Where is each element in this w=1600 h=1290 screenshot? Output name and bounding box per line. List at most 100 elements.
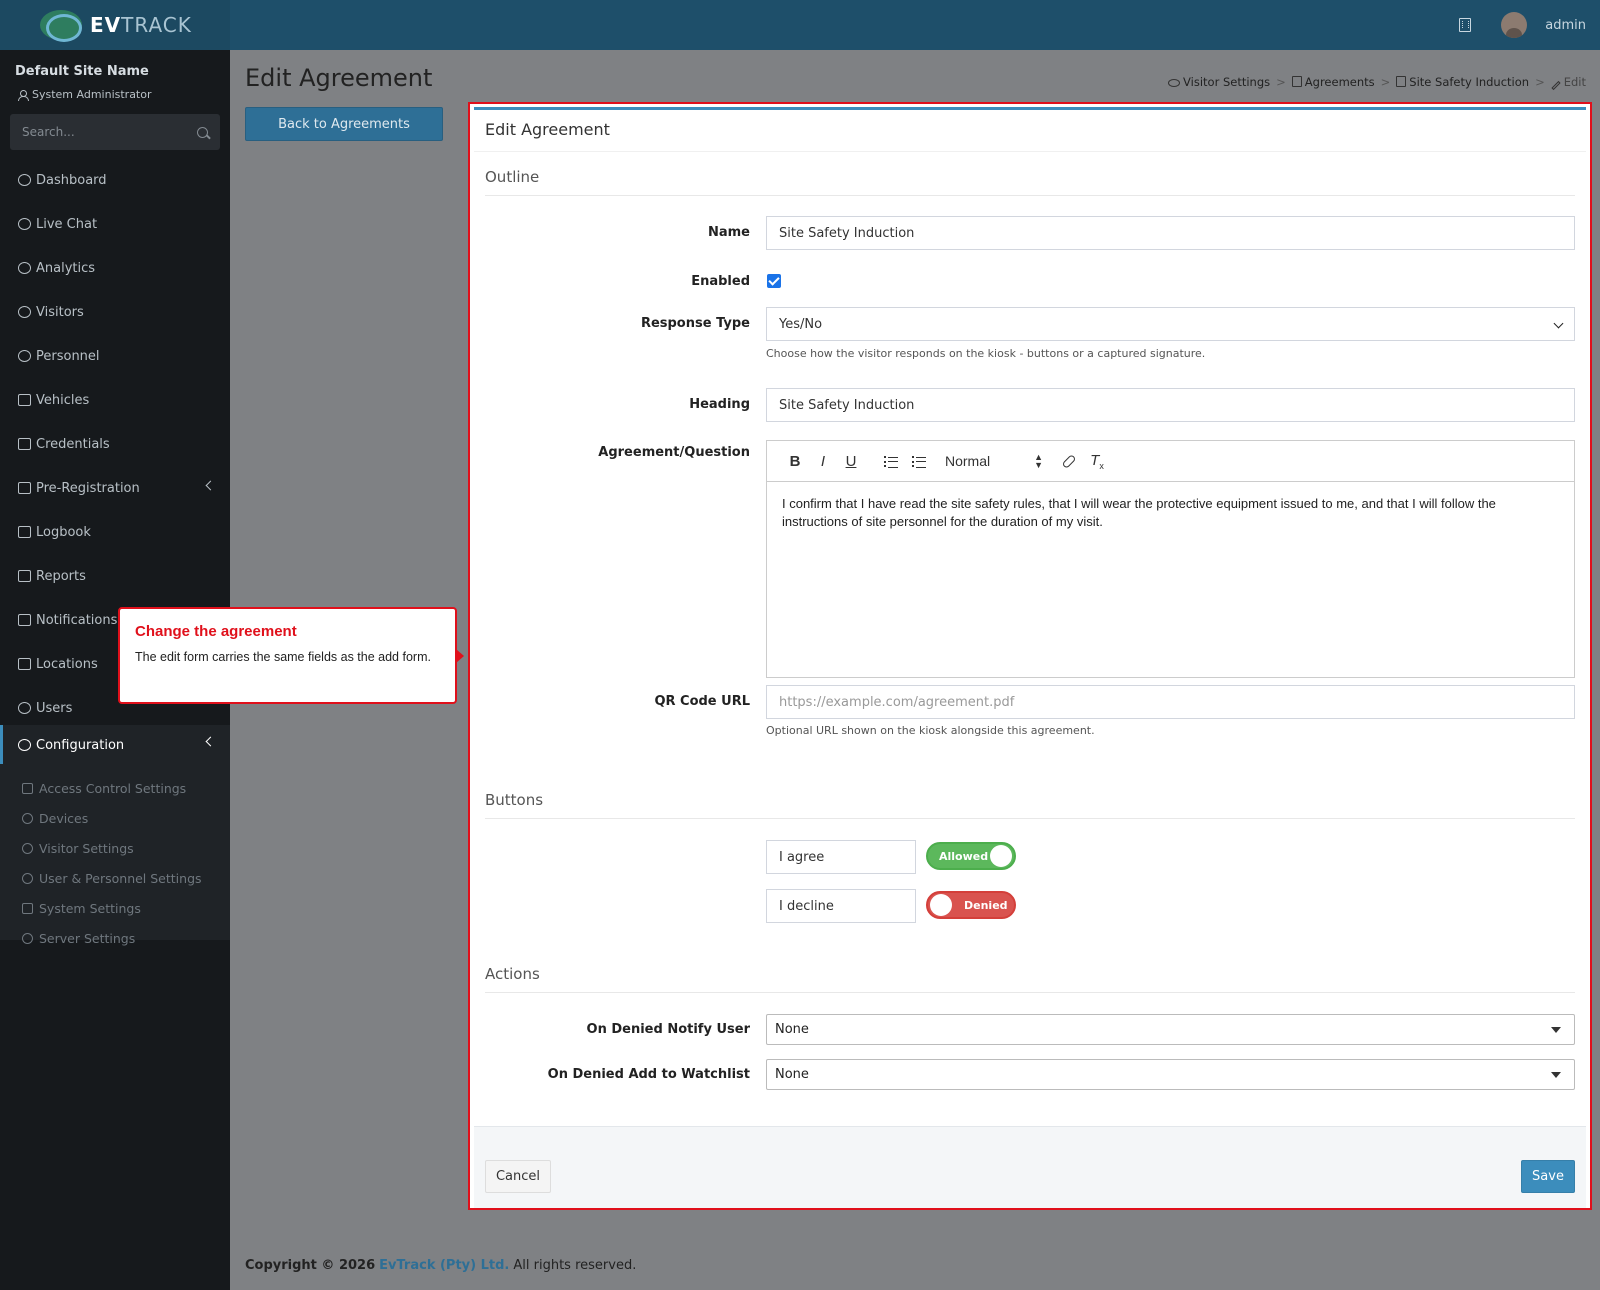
target-icon: [18, 262, 31, 274]
callout-arrow: [456, 649, 464, 663]
decline-denied-toggle[interactable]: Denied: [926, 891, 1016, 919]
breadcrumb-item[interactable]: Site Safety Induction: [1396, 75, 1529, 89]
user-menu-label[interactable]: admin: [1545, 18, 1586, 33]
breadcrumb-item[interactable]: Visitor Settings: [1168, 75, 1270, 89]
sidebar-subitem-user-personnel[interactable]: User & Personnel Settings: [22, 865, 202, 891]
sidebar-item-label: Visitors: [36, 304, 84, 320]
edit-agreement-card: Edit Agreement Outline Name Site Safety …: [468, 102, 1592, 1210]
ordered-list-button[interactable]: [877, 455, 905, 468]
sidebar-item-label: Vehicles: [36, 392, 90, 408]
caret-down-icon: [1551, 1027, 1561, 1033]
card-footer: [474, 1126, 1586, 1208]
avatar[interactable]: [1501, 12, 1528, 38]
rights-text: All rights reserved.: [513, 1257, 637, 1273]
tutorial-callout: Change the agreement The edit form carri…: [118, 607, 464, 704]
name-input[interactable]: Site Safety Induction: [766, 216, 1575, 250]
response-type-select[interactable]: Yes/No: [766, 307, 1575, 341]
bullet-list-icon: [912, 455, 926, 468]
user-icon: [22, 872, 33, 884]
bullet-list-button[interactable]: [905, 455, 933, 468]
sidebar-subitem-server[interactable]: Server Settings: [22, 925, 135, 951]
sidebar-item-pre-registration[interactable]: Pre-Registration: [0, 469, 230, 507]
sidebar-item-configuration[interactable]: Configuration: [0, 725, 230, 765]
sidebar-item-reports[interactable]: Reports: [0, 557, 230, 595]
file-icon: [1291, 76, 1302, 87]
enabled-label: Enabled: [691, 274, 750, 289]
bold-button[interactable]: B: [781, 453, 809, 470]
sidebar-item-credentials[interactable]: Credentials: [0, 425, 230, 463]
brand-name: EVTRACK: [90, 13, 192, 37]
top-right-menu: admin: [1459, 0, 1586, 50]
search-placeholder: Search...: [22, 125, 75, 139]
updown-caret-icon: ▲ ▼: [1034, 452, 1043, 470]
users-icon: [18, 702, 31, 714]
clear-format-button[interactable]: Tx: [1083, 452, 1111, 471]
breadcrumb-separator: >: [1276, 75, 1286, 89]
sidebar-subitem-devices[interactable]: Devices: [22, 805, 88, 831]
response-type-help: Choose how the visitor responds on the k…: [766, 347, 1206, 360]
breadcrumb-item[interactable]: Agreements: [1291, 75, 1375, 89]
gauge-icon: [18, 174, 31, 186]
sidebar-item-dashboard[interactable]: Dashboard: [0, 161, 230, 199]
divider: [485, 818, 1575, 819]
top-navbar: EVTRACK admin: [0, 0, 1600, 50]
sidebar-item-label: Credentials: [36, 436, 110, 452]
sidebar-item-label: Pre-Registration: [36, 480, 140, 496]
agree-allowed-toggle[interactable]: Allowed: [926, 842, 1016, 870]
subitem-label: User & Personnel Settings: [39, 870, 202, 886]
sidebar-item-logbook[interactable]: Logbook: [0, 513, 230, 551]
text-format-select[interactable]: Normal ▲ ▼: [945, 452, 1055, 470]
sidebar-subitem-system[interactable]: System Settings: [22, 895, 141, 921]
search-icon[interactable]: [197, 126, 208, 138]
cancel-button[interactable]: Cancel: [485, 1160, 551, 1193]
response-type-label: Response Type: [640, 316, 750, 331]
toggle-label: Denied: [964, 898, 1008, 912]
sidebar-item-label: Logbook: [36, 524, 91, 540]
agree-button-label-input[interactable]: I agree: [766, 840, 916, 874]
sidebar-item-label: Notifications: [36, 612, 118, 628]
sidebar-item-personnel[interactable]: Personnel: [0, 337, 230, 375]
divider: [474, 151, 1586, 152]
toggle-label: Allowed: [939, 849, 989, 863]
watchlist-select[interactable]: None: [766, 1059, 1575, 1090]
sidebar-item-visitors[interactable]: Visitors: [0, 293, 230, 331]
sidebar-item-label: Dashboard: [36, 172, 107, 188]
page-footer: Copyright © 2026 EvTrack (Pty) Ltd. All …: [230, 1240, 1600, 1290]
notify-user-value: None: [775, 1022, 809, 1037]
sidebar-item-live-chat[interactable]: Live Chat: [0, 205, 230, 243]
qr-url-input[interactable]: https://example.com/agreement.pdf: [766, 685, 1575, 719]
chat-icon: [18, 614, 31, 626]
heading-input[interactable]: Site Safety Induction: [766, 388, 1575, 422]
section-buttons-title: Buttons: [485, 791, 544, 809]
pencil-icon: [1551, 80, 1561, 91]
breadcrumb-label: Site Safety Induction: [1409, 75, 1530, 89]
sidebar-item-vehicles[interactable]: Vehicles: [0, 381, 230, 419]
sidebar-search-input[interactable]: Search...: [10, 114, 220, 150]
link-icon: [1061, 453, 1077, 469]
sidebar-subitem-access-control[interactable]: Access Control Settings: [22, 775, 186, 801]
decline-button-label-input[interactable]: I decline: [766, 889, 916, 923]
agreement-editor[interactable]: I confirm that I have read the site safe…: [766, 481, 1575, 678]
underline-button[interactable]: U: [837, 453, 865, 470]
italic-button[interactable]: I: [809, 453, 837, 470]
sidebar-subitem-visitor-settings[interactable]: Visitor Settings: [22, 835, 134, 861]
back-to-agreements-button[interactable]: Back to Agreements: [245, 107, 443, 141]
eye-icon: [18, 306, 31, 318]
sidebar-item-label: Live Chat: [36, 216, 98, 232]
subitem-label: Visitor Settings: [39, 840, 134, 856]
lock-icon: [22, 782, 33, 794]
user-icon: [18, 350, 31, 362]
sidebar-item-analytics[interactable]: Analytics: [0, 249, 230, 287]
building-icon[interactable]: [1459, 18, 1472, 32]
enabled-checkbox[interactable]: [767, 274, 781, 288]
notify-user-select[interactable]: None: [766, 1014, 1575, 1045]
headset-icon: [18, 218, 31, 230]
name-label: Name: [707, 225, 750, 240]
company-link[interactable]: EvTrack (Pty) Ltd.: [379, 1258, 509, 1273]
brand-logo[interactable]: EVTRACK: [0, 0, 230, 50]
id-card-icon: [18, 438, 31, 450]
arrows-icon: [18, 482, 31, 494]
link-button[interactable]: [1055, 453, 1083, 469]
save-button[interactable]: Save: [1521, 1160, 1575, 1193]
text-format-value: Normal: [945, 453, 991, 469]
